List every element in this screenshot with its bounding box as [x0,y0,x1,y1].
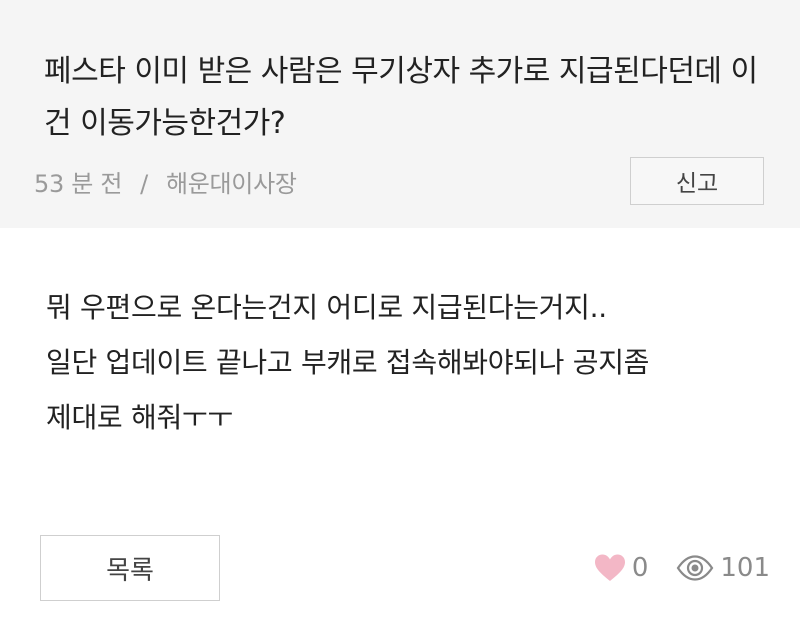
like-count: 0 [631,553,649,583]
meta-separator: / [140,170,148,198]
list-button[interactable]: 목록 [40,535,220,601]
like-stat[interactable]: 0 [594,553,649,583]
view-count: 101 [720,553,770,583]
post-stats: 0 101 [594,546,770,590]
post-time: 53 분 전 [34,170,123,198]
post-body: 뭐 우편으로 온다는건지 어디로 지급된다는거지.. 일단 업데이트 끝나고 부… [46,280,766,445]
post-author[interactable]: 해운대이사장 [166,170,297,198]
view-stat: 101 [676,553,770,583]
post-body-line: 뭐 우편으로 온다는건지 어디로 지급된다는거지.. [46,291,607,324]
post-title: 페스타 이미 받은 사람은 무기상자 추가로 지급된다던데 이건 이동가능한건가… [44,54,758,141]
post-body-line: 제대로 해줘ㅜㅜ [46,401,233,434]
eye-icon [677,555,714,581]
report-button[interactable]: 신고 [630,157,764,205]
post-meta: 53 분 전 / 해운대이사장 [34,164,297,199]
heart-icon[interactable] [594,553,626,583]
post-header: 페스타 이미 받은 사람은 무기상자 추가로 지급된다던데 이건 이동가능한건가… [0,0,800,228]
post-body-line: 일단 업데이트 끝나고 부캐로 접속해봐야되나 공지좀 [46,346,650,379]
